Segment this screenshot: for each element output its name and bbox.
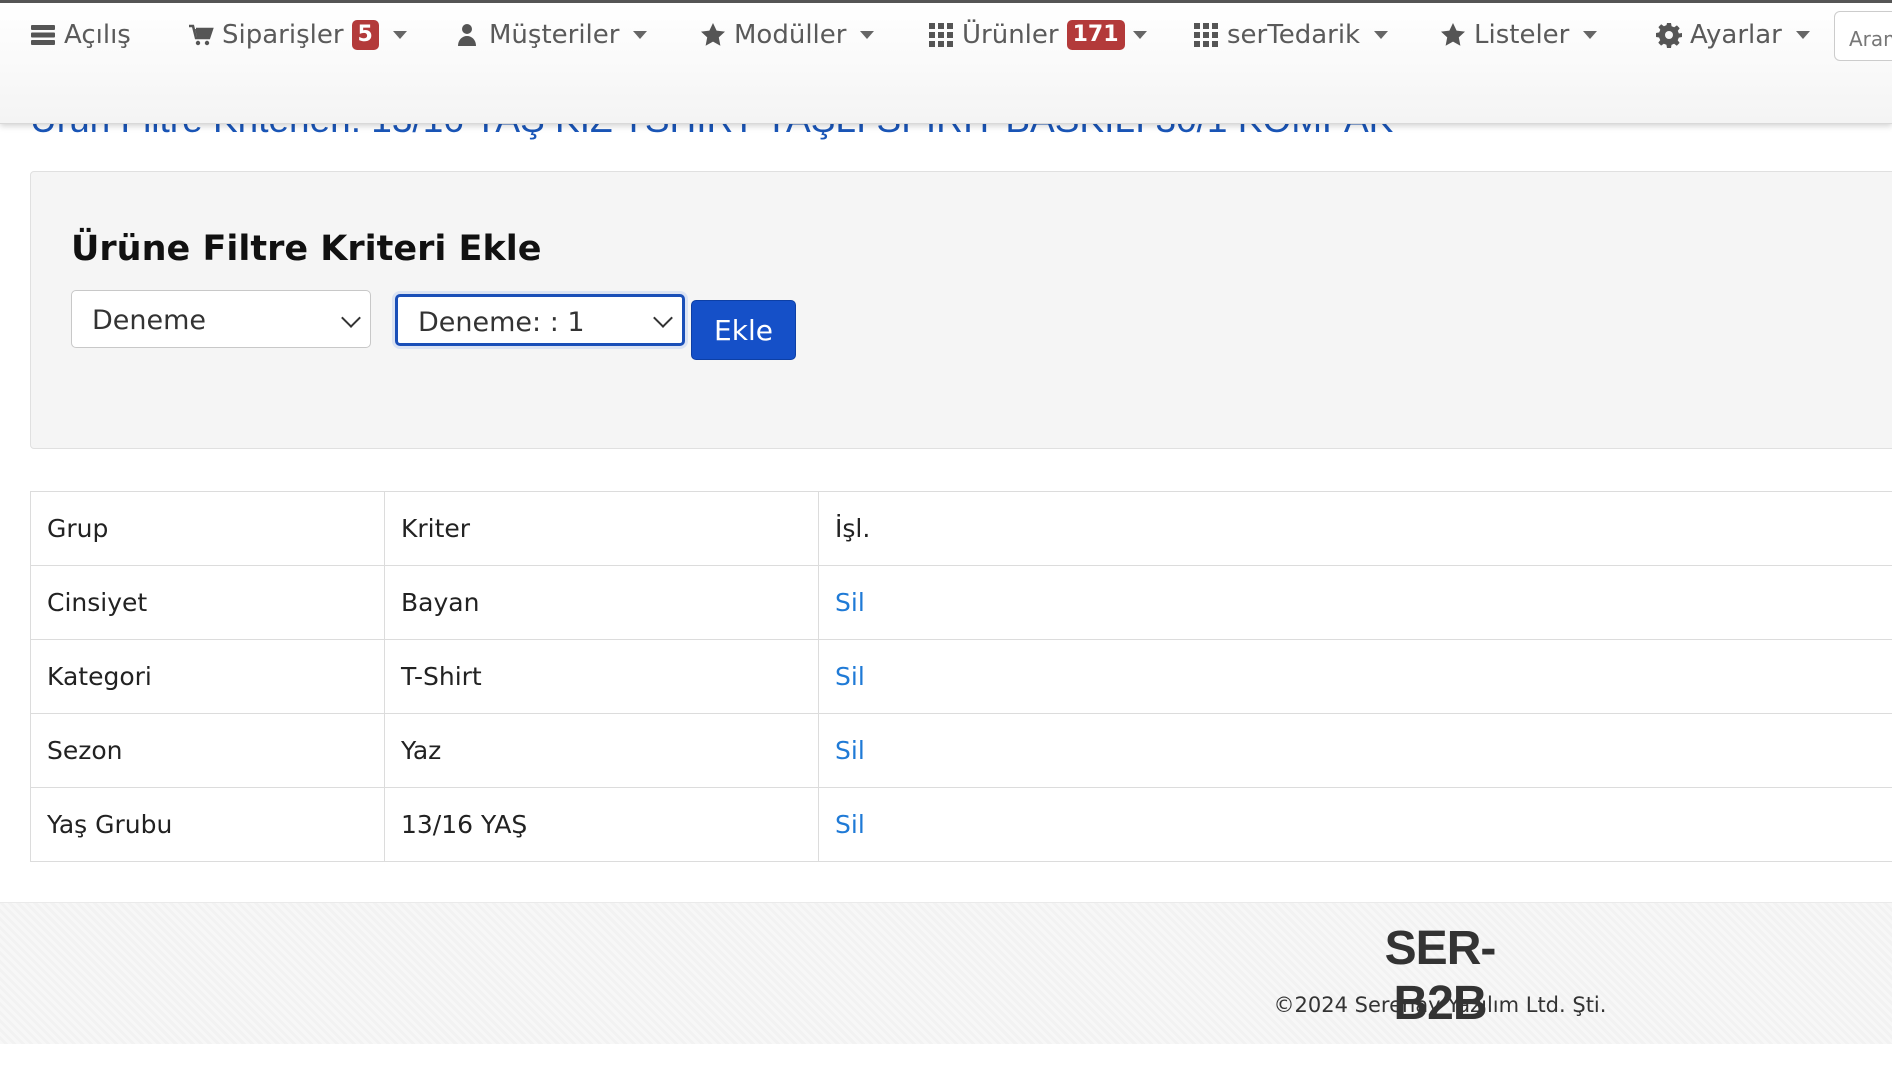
- column-header-actions: İşl.: [818, 491, 1892, 566]
- table-header-row: Grup Kriter İşl.: [30, 491, 1892, 566]
- top-navbar: Açılış Siparişler 5 Müşteriler Modüller …: [0, 0, 1892, 124]
- nav-item-siparisler[interactable]: Siparişler 5: [188, 17, 407, 53]
- nav-label: Listeler: [1474, 20, 1570, 50]
- criteria-select[interactable]: Deneme: : 1: [395, 294, 685, 346]
- search-input[interactable]: Aram: [1834, 11, 1892, 61]
- cell-actions: Sil: [818, 639, 1892, 714]
- products-count-badge: 171: [1066, 20, 1125, 50]
- add-filter-panel: Ürüne Filtre Kriteri Ekle Deneme Deneme:…: [30, 171, 1892, 449]
- cell-criterion: Bayan: [384, 565, 819, 640]
- star-icon: [701, 23, 725, 46]
- group-select[interactable]: Deneme: [71, 290, 371, 348]
- nav-item-musteriler[interactable]: Müşteriler: [455, 17, 648, 53]
- table-row: Cinsiyet Bayan Sil: [30, 565, 1892, 640]
- footer: SER-B2B ©2024 Serenay Yazılım Ltd. Şti.: [0, 902, 1892, 1044]
- cell-group: Cinsiyet: [30, 565, 385, 640]
- delete-link[interactable]: Sil: [835, 662, 865, 691]
- chevron-down-icon: [1583, 31, 1598, 39]
- delete-link[interactable]: Sil: [835, 810, 865, 839]
- nav-label: Ayarlar: [1690, 20, 1782, 50]
- chevron-down-icon: [1374, 31, 1389, 39]
- table-row: Sezon Yaz Sil: [30, 713, 1892, 788]
- add-button[interactable]: Ekle: [691, 300, 796, 360]
- delete-link[interactable]: Sil: [835, 736, 865, 765]
- table-row: Yaş Grubu 13/16 YAŞ Sil: [30, 787, 1892, 862]
- cell-group: Kategori: [30, 639, 385, 714]
- criteria-select-value: Deneme: : 1: [418, 307, 585, 338]
- user-icon: [458, 24, 476, 46]
- grid-icon: [1194, 23, 1218, 47]
- grid-icon: [929, 23, 953, 47]
- cart-icon: [189, 24, 214, 46]
- cell-group: Yaş Grubu: [30, 787, 385, 862]
- chevron-down-icon: [633, 31, 648, 39]
- chevron-down-icon: [341, 308, 361, 328]
- nav-label: Siparişler: [222, 20, 344, 50]
- group-select-value: Deneme: [92, 305, 207, 336]
- nav-label: Modüller: [734, 20, 847, 50]
- gear-icon: [1656, 23, 1682, 48]
- footer-copyright: ©2024 Serenay Yazılım Ltd. Şti.: [1273, 993, 1607, 1017]
- nav-item-acilis[interactable]: Açılış: [30, 17, 131, 53]
- cell-actions: Sil: [818, 565, 1892, 640]
- nav-label: Müşteriler: [489, 20, 620, 50]
- nav-label: serTedarik: [1227, 20, 1361, 50]
- chevron-down-icon: [1795, 31, 1810, 39]
- cell-group: Sezon: [30, 713, 385, 788]
- chevron-down-icon: [392, 31, 407, 39]
- chevron-down-icon: [1132, 31, 1147, 39]
- cell-actions: Sil: [818, 787, 1892, 862]
- cell-criterion: T-Shirt: [384, 639, 819, 714]
- column-header-criterion: Kriter: [384, 491, 819, 566]
- table-row: Kategori T-Shirt Sil: [30, 639, 1892, 714]
- nav-item-urunler[interactable]: Ürünler 171: [928, 17, 1147, 53]
- nav-item-ayarlar[interactable]: Ayarlar: [1656, 17, 1810, 53]
- nav-label: Ürünler: [962, 20, 1059, 50]
- nav-item-sertedarik[interactable]: serTedarik: [1193, 17, 1389, 53]
- chevron-down-icon: [860, 31, 875, 39]
- cell-criterion: 13/16 YAŞ: [384, 787, 819, 862]
- nav-item-listeler[interactable]: Listeler: [1440, 17, 1598, 53]
- nav-label: Açılış: [64, 20, 131, 50]
- panel-title: Ürüne Filtre Kriteri Ekle: [71, 229, 542, 269]
- cell-criterion: Yaz: [384, 713, 819, 788]
- orders-count-badge: 5: [351, 20, 379, 50]
- nav-item-moduller[interactable]: Modüller: [700, 17, 875, 53]
- column-header-group: Grup: [30, 491, 385, 566]
- delete-link[interactable]: Sil: [835, 588, 865, 617]
- server-icon: [31, 25, 55, 45]
- cell-actions: Sil: [818, 713, 1892, 788]
- star-icon: [1441, 23, 1465, 46]
- criteria-table: Grup Kriter İşl. Cinsiyet Bayan Sil Kate…: [30, 491, 1892, 862]
- chevron-down-icon: [653, 308, 673, 328]
